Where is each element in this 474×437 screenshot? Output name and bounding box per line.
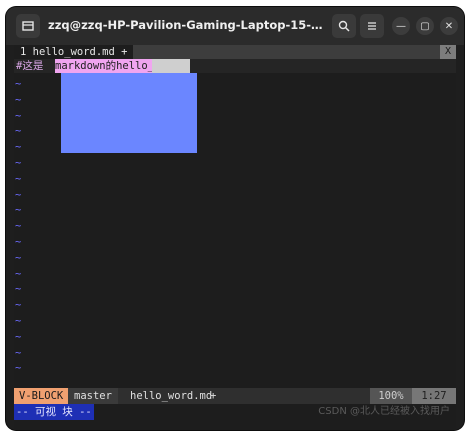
visual-block-mode-text: -- 可视 块 -- <box>14 404 94 420</box>
tab-close-button[interactable]: X <box>440 45 456 59</box>
terminal-window: zzq@zzq-HP-Pavilion-Gaming-Laptop-15-cx0… <box>6 7 464 430</box>
tilde-marker: ~ <box>15 331 22 343</box>
modified-flag: + <box>210 390 217 402</box>
git-branch: master <box>68 388 118 404</box>
scroll-percent: 100% <box>370 388 412 404</box>
buffer-line-1[interactable]: #这是 markdown的hello_wor <box>14 59 456 73</box>
tilde-marker: ~ <box>15 173 22 185</box>
titlebar: zzq@zzq-HP-Pavilion-Gaming-Laptop-15-cx0… <box>6 7 464 45</box>
tilde-marker: ~ <box>15 157 22 169</box>
command-line[interactable]: -- 可视 块 -- CSDN @北人已经被入找用户 <box>14 404 456 420</box>
minimize-button[interactable]: — <box>392 17 410 35</box>
tilde-marker: ~ <box>15 236 22 248</box>
cursor-block <box>152 59 190 73</box>
tilde-marker: ~ <box>15 125 22 137</box>
tilde-marker: ~ <box>15 189 22 201</box>
vim-tabline: 1 hello_word.md + X <box>14 45 456 59</box>
maximize-button[interactable]: ▢ <box>416 17 434 35</box>
new-tab-button[interactable] <box>16 14 40 38</box>
search-icon <box>338 20 350 32</box>
menu-button[interactable] <box>360 14 384 38</box>
watermark: CSDN @北人已经被入找用户 <box>318 406 450 417</box>
tilde-marker: ~ <box>15 283 22 295</box>
tilde-marker: ~ <box>15 220 22 232</box>
tilde-marker: ~ <box>15 252 22 264</box>
mode-indicator: V-BLOCK <box>14 388 69 404</box>
completion-popup[interactable] <box>61 73 197 153</box>
tab-hello-word[interactable]: 1 hello_word.md + <box>14 45 134 59</box>
hamburger-menu-icon <box>368 22 376 30</box>
status-filename: hello_word.md <box>130 390 213 402</box>
tilde-marker: ~ <box>15 78 22 90</box>
tilde-marker: ~ <box>15 347 22 359</box>
tilde-marker: ~ <box>15 94 22 106</box>
statusline: V-BLOCK master hello_word.md + 100% 1:27 <box>14 388 456 404</box>
tilde-marker: ~ <box>15 362 22 374</box>
tilde-marker: ~ <box>15 268 22 280</box>
terminal-content[interactable]: 1 hello_word.md + X #这是 markdown的hello_w… <box>14 45 456 430</box>
tilde-marker: ~ <box>15 110 22 122</box>
tilde-marker: ~ <box>15 299 22 311</box>
close-button[interactable]: ✕ <box>440 17 458 35</box>
cursor-position: 1:27 <box>412 388 456 404</box>
line-prefix-text: #这是 <box>16 60 44 72</box>
search-button[interactable] <box>332 14 356 38</box>
tilde-marker: ~ <box>15 141 22 153</box>
new-tab-icon <box>22 21 34 31</box>
tilde-marker: ~ <box>15 315 22 327</box>
tilde-marker: ~ <box>15 204 22 216</box>
window-title: zzq@zzq-HP-Pavilion-Gaming-Laptop-15-cx0… <box>48 18 324 32</box>
